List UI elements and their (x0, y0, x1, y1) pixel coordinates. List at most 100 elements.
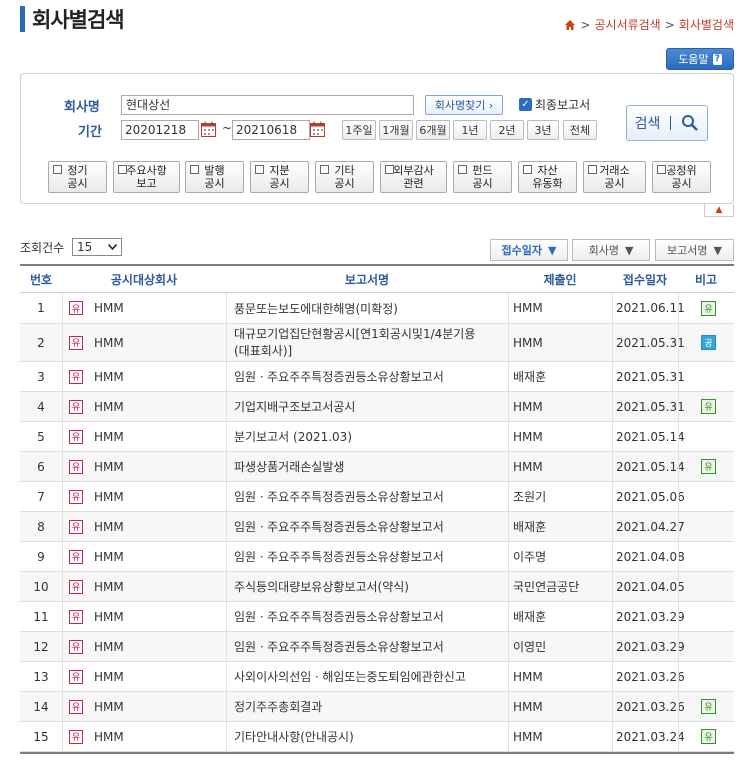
checkbox-icon[interactable] (320, 165, 329, 174)
search-button[interactable]: 검색 (626, 105, 708, 141)
report-link-line2[interactable]: (대표회사)] (234, 343, 292, 360)
checkbox-icon[interactable] (657, 165, 666, 174)
company-link[interactable]: HMM (94, 370, 124, 384)
submitter[interactable]: 이영민 (513, 632, 546, 661)
period-1month-button[interactable]: 1개월 (379, 120, 413, 140)
table-row[interactable]: 13 유 HMM 사외이사의선임ㆍ해임또는중도퇴임에관한신고 HMM 2021.03.26 (20, 662, 734, 692)
report-link[interactable]: 분기보고서 (2021.03) (234, 428, 352, 445)
table-row[interactable]: 5 유 HMM 분기보고서 (2021.03) HMM 2021.05.14 (20, 422, 734, 452)
type-major-report-button[interactable]: 주요사항 보고 (113, 161, 180, 193)
company-link[interactable]: HMM (94, 640, 124, 654)
period-1week-button[interactable]: 1주일 (342, 120, 376, 140)
report-link[interactable]: 임원ㆍ주요주주특정증권등소유상황보고서 (234, 638, 444, 655)
checkbox-icon[interactable] (118, 165, 127, 174)
company-link[interactable]: HMM (94, 400, 124, 414)
start-date-input[interactable]: 20201218 (121, 120, 199, 140)
result-count-select[interactable]: 15 (72, 238, 122, 256)
sort-by-date-button[interactable]: 접수일자 ▼ (490, 239, 568, 261)
submitter[interactable]: 배재훈 (513, 602, 546, 631)
checkbox-icon[interactable] (53, 165, 62, 174)
type-fund-disclosure-button[interactable]: 펀드 공시 (453, 161, 512, 193)
report-link[interactable]: 임원ㆍ주요주주특정증권등소유상황보고서 (234, 488, 444, 505)
period-1year-button[interactable]: 1년 (453, 120, 487, 140)
period-all-button[interactable]: 전체 (563, 120, 597, 140)
type-exchange-disclosure-button[interactable]: 거래소 공시 (583, 161, 646, 193)
submitter[interactable]: 이주명 (513, 542, 546, 571)
period-3year-button[interactable]: 3년 (527, 120, 559, 140)
breadcrumb-item-company-search[interactable]: 회사별검색 (679, 16, 734, 33)
submitter[interactable]: 국민연금공단 (513, 572, 579, 601)
checkbox-icon[interactable] (588, 165, 597, 174)
company-link[interactable]: HMM (94, 301, 124, 315)
report-link[interactable]: 기업지배구조보고서공시 (234, 398, 355, 415)
report-link[interactable]: 대규모기업집단현황공시[연1회공시및1/4분기용 (234, 326, 475, 343)
company-link[interactable]: HMM (94, 490, 124, 504)
period-2year-button[interactable]: 2년 (490, 120, 524, 140)
submitter[interactable]: HMM (513, 662, 543, 691)
help-button[interactable]: 도움말 ? (666, 48, 734, 70)
table-row[interactable]: 1 유 HMM 풍문또는보도에대한해명(미확정) HMM 2021.06.11 유 (20, 293, 734, 324)
table-row[interactable]: 11 유 HMM 임원ㆍ주요주주특정증권등소유상황보고서 배재훈 2021.03.29 (20, 602, 734, 632)
report-link[interactable]: 파생상품거래손실발생 (234, 458, 344, 475)
period-6month-button[interactable]: 6개월 (416, 120, 450, 140)
checkmark-icon[interactable]: ✓ (519, 98, 532, 111)
table-row[interactable]: 9 유 HMM 임원ㆍ주요주주특정증권등소유상황보고서 이주명 2021.04.08 (20, 542, 734, 572)
submitter[interactable]: HMM (513, 422, 543, 451)
company-link[interactable]: HMM (94, 610, 124, 624)
type-other-disclosure-button[interactable]: 기타 공시 (315, 161, 374, 193)
table-row[interactable]: 14 유 HMM 정기주주총회결과 HMM 2021.03.26 유 (20, 692, 734, 722)
company-name-input[interactable]: 현대상선 (121, 95, 414, 115)
table-row[interactable]: 4 유 HMM 기업지배구조보고서공시 HMM 2021.05.31 유 (20, 392, 734, 422)
type-ftc-disclosure-button[interactable]: 공정위 공시 (652, 161, 711, 193)
breadcrumb-item-disclosure-search[interactable]: 공시서류검색 (594, 16, 660, 33)
submitter[interactable]: HMM (513, 692, 543, 721)
type-asset-securitization-button[interactable]: 자산 유동화 (518, 161, 577, 193)
submitter[interactable]: 배재훈 (513, 362, 546, 391)
final-report-checkbox[interactable]: ✓ 최종보고서 (519, 96, 590, 113)
report-link[interactable]: 임원ㆍ주요주주특정증권등소유상황보고서 (234, 368, 444, 385)
type-equity-disclosure-button[interactable]: 지분 공시 (250, 161, 309, 193)
table-row[interactable]: 2 유 HMM 대규모기업집단현황공시[연1회공시및1/4분기용 (대표회사)] HMM 2… (20, 324, 734, 362)
table-row[interactable]: 15 유 HMM 기타안내사항(안내공시) HMM 2021.03.24 유 (20, 722, 734, 752)
submitter[interactable]: 배재훈 (513, 512, 546, 541)
checkbox-icon[interactable] (385, 165, 394, 174)
table-row[interactable]: 7 유 HMM 임원ㆍ주요주주특정증권등소유상황보고서 조원기 2021.05.06 (20, 482, 734, 512)
submitter[interactable]: HMM (513, 452, 543, 481)
table-row[interactable]: 6 유 HMM 파생상품거래손실발생 HMM 2021.05.14 유 (20, 452, 734, 482)
type-issuance-disclosure-button[interactable]: 발행 공시 (185, 161, 244, 193)
type-periodic-disclosure-button[interactable]: 정기 공시 (48, 161, 107, 193)
company-link[interactable]: HMM (94, 520, 124, 534)
report-link[interactable]: 임원ㆍ주요주주특정증권등소유상황보고서 (234, 548, 444, 565)
report-link[interactable]: 임원ㆍ주요주주특정증권등소유상황보고서 (234, 518, 444, 535)
find-company-button[interactable]: 회사명찾기 › (425, 95, 503, 115)
collapse-panel-button[interactable]: ▲ (704, 204, 734, 217)
calendar-icon[interactable] (201, 121, 216, 137)
submitter[interactable]: HMM (513, 324, 543, 361)
report-link[interactable]: 임원ㆍ주요주주특정증권등소유상황보고서 (234, 608, 444, 625)
submitter[interactable]: HMM (513, 293, 543, 323)
table-row[interactable]: 8 유 HMM 임원ㆍ주요주주특정증권등소유상황보고서 배재훈 2021.04.27 (20, 512, 734, 542)
submitter[interactable]: HMM (513, 392, 543, 421)
company-link[interactable]: HMM (94, 730, 124, 744)
checkbox-icon[interactable] (523, 165, 532, 174)
submitter[interactable]: 조원기 (513, 482, 546, 511)
type-external-audit-button[interactable]: 외부감사 관련 (380, 161, 447, 193)
sort-by-report-button[interactable]: 보고서명 ▼ (655, 239, 734, 261)
table-row[interactable]: 12 유 HMM 임원ㆍ주요주주특정증권등소유상황보고서 이영민 2021.03.29 (20, 632, 734, 662)
sort-by-company-button[interactable]: 회사명 ▼ (572, 239, 650, 261)
company-link[interactable]: HMM (94, 460, 124, 474)
checkbox-icon[interactable] (190, 165, 199, 174)
submitter[interactable]: HMM (513, 722, 543, 751)
report-link[interactable]: 정기주주총회결과 (234, 698, 322, 715)
checkbox-icon[interactable] (458, 165, 467, 174)
report-link[interactable]: 기타안내사항(안내공시) (234, 728, 354, 745)
report-link[interactable]: 풍문또는보도에대한해명(미확정) (234, 300, 398, 317)
home-icon[interactable] (564, 19, 576, 31)
company-link[interactable]: HMM (94, 670, 124, 684)
company-link[interactable]: HMM (94, 550, 124, 564)
report-link[interactable]: 주식등의대량보유상황보고서(약식) (234, 578, 409, 595)
company-link[interactable]: HMM (94, 700, 124, 714)
table-row[interactable]: 3 유 HMM 임원ㆍ주요주주특정증권등소유상황보고서 배재훈 2021.05.31 (20, 362, 734, 392)
table-row[interactable]: 10 유 HMM 주식등의대량보유상황보고서(약식) 국민연금공단 2021.04.05 (20, 572, 734, 602)
company-link[interactable]: HMM (94, 336, 124, 350)
